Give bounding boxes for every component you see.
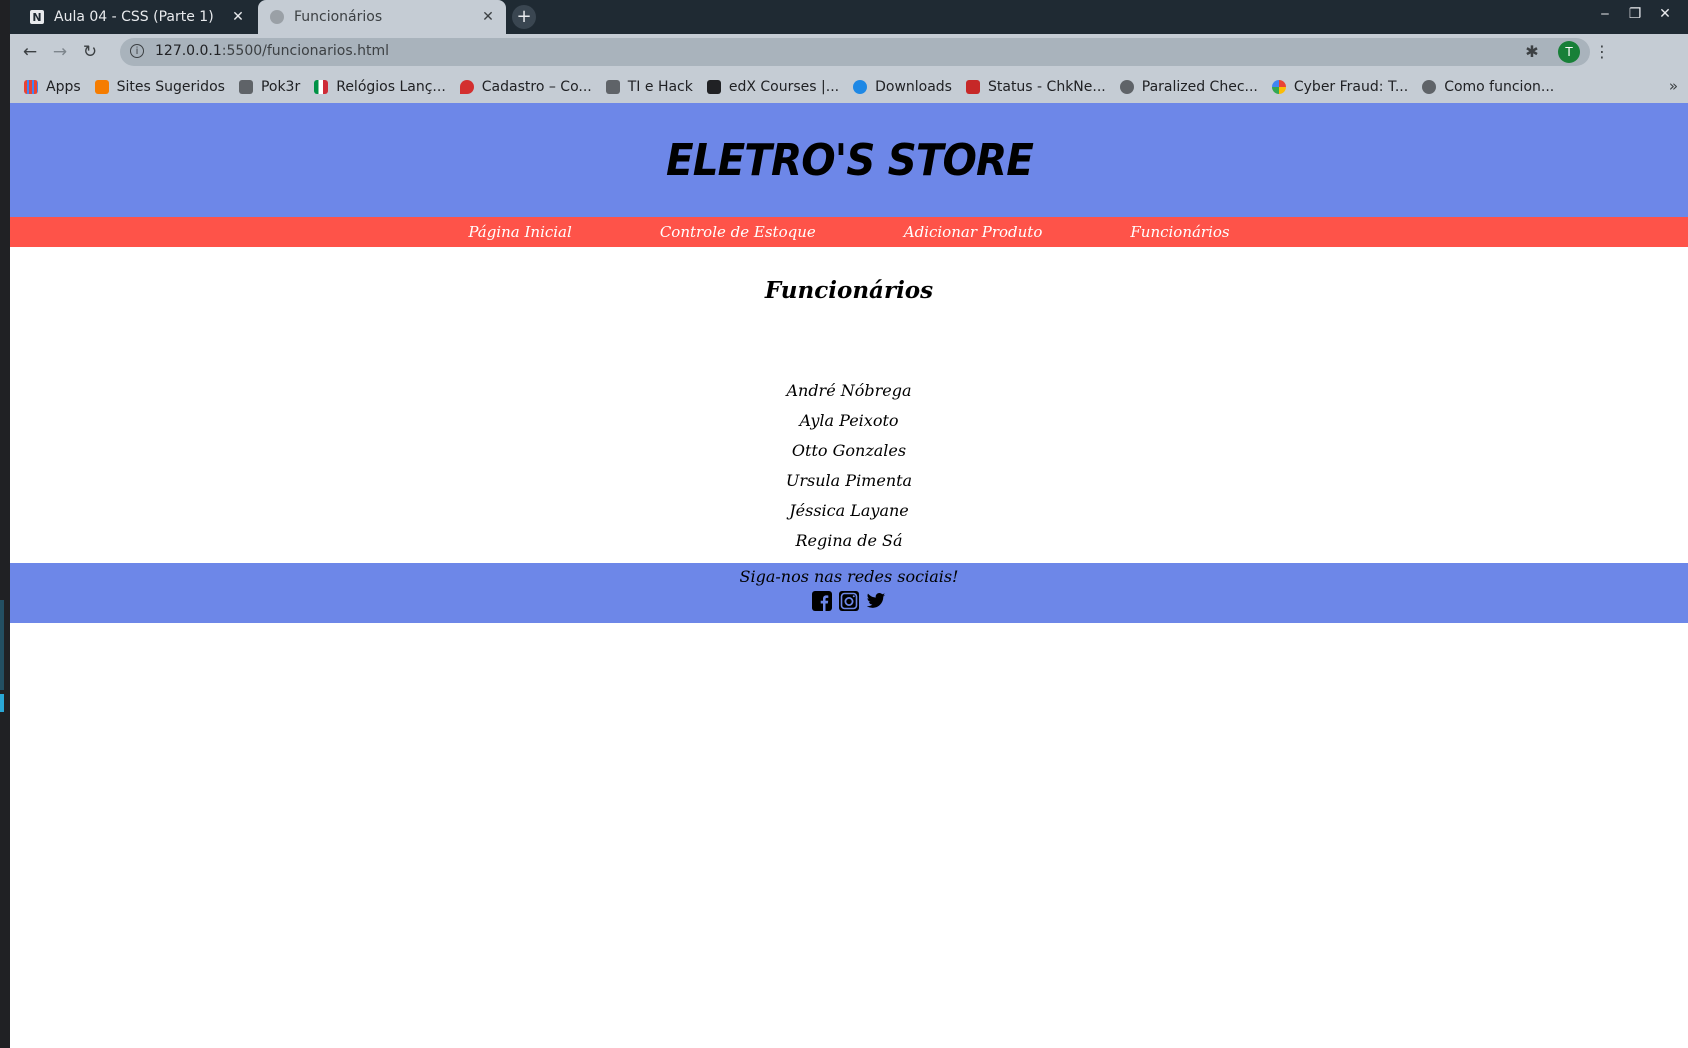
employee-item: Jéssica Layane	[789, 501, 909, 520]
globe-icon	[270, 10, 284, 24]
employee-item: André Nóbrega	[786, 381, 912, 400]
close-window-icon[interactable]: ✕	[1654, 6, 1676, 22]
instagram-icon[interactable]	[839, 590, 860, 611]
twitter-icon[interactable]	[866, 590, 887, 611]
bookmark-sites-sugeridos[interactable]: Sites Sugeridos	[94, 78, 225, 95]
notion-icon: N	[30, 10, 44, 24]
bookmark-edx[interactable]: edX Courses |...	[706, 78, 840, 95]
nav-link-controle-estoque[interactable]: Controle de Estoque	[660, 223, 816, 241]
globe-icon	[1119, 79, 1134, 94]
bookmark-cadastro[interactable]: Cadastro – Co...	[459, 78, 592, 95]
bookmark-label: Paralized Chec...	[1141, 78, 1258, 95]
google-icon	[1271, 79, 1286, 94]
browser-toolbar: ← → ↻ i 127.0.0.1:5500/funcionarios.html…	[10, 34, 1688, 70]
info-icon[interactable]: i	[130, 44, 144, 58]
browser-window: N Aula 04 - CSS (Parte 1) ✕ Funcionários…	[10, 0, 1688, 103]
apps-grid-icon	[24, 79, 38, 94]
drop-icon	[459, 79, 474, 94]
employee-list: André Nóbrega Ayla Peixoto Otto Gonzales…	[10, 376, 1688, 556]
desktop-glow	[0, 694, 4, 712]
site-logo: ELETRO'S STORE	[665, 134, 1033, 186]
desktop-glow	[0, 600, 4, 690]
nav-link-funcionarios[interactable]: Funcionários	[1130, 223, 1229, 241]
bookmark-cyber-fraud[interactable]: Cyber Fraud: T...	[1271, 78, 1409, 95]
flag-icon	[314, 79, 329, 94]
edx-icon	[706, 79, 721, 94]
bookmark-paralized[interactable]: Paralized Chec...	[1119, 78, 1258, 95]
facebook-icon[interactable]	[812, 590, 833, 611]
footer-follow-text: Siga-nos nas redes sociais!	[739, 567, 959, 586]
nav-link-adicionar-produto[interactable]: Adicionar Produto	[904, 223, 1043, 241]
main-content: Funcionários André Nóbrega Ayla Peixoto …	[10, 247, 1688, 563]
url-host: 127.0.0.1	[155, 43, 222, 59]
close-tab-icon[interactable]: ✕	[478, 9, 498, 25]
bookmark-label: edX Courses |...	[728, 78, 840, 95]
bookmark-label: Como funcion...	[1444, 78, 1555, 95]
bookmark-label: Status - ChkNe...	[987, 78, 1106, 95]
bookmark-status[interactable]: Status - ChkNe...	[965, 78, 1106, 95]
sn-icon	[965, 79, 980, 94]
desktop-edge	[0, 0, 10, 1048]
bookmark-label: Cadastro – Co...	[481, 78, 592, 95]
bookmark-label: Relógios Lanç...	[336, 78, 446, 95]
site-header: ELETRO'S STORE	[10, 103, 1688, 217]
social-links	[10, 590, 1688, 611]
url-text: 127.0.0.1:5500/funcionarios.html	[155, 43, 389, 59]
extensions-icon[interactable]: ✱	[1520, 40, 1544, 64]
folder-icon	[238, 79, 253, 94]
tab-funcionarios[interactable]: Funcionários ✕	[258, 0, 506, 34]
menu-kebab-icon[interactable]: ⋮	[1590, 40, 1614, 64]
nav-link-pagina-inicial[interactable]: Página Inicial	[468, 223, 571, 241]
forward-icon[interactable]: →	[48, 40, 72, 64]
bookmarks-bar: Apps Sites Sugeridos Pok3r Relógios Lanç…	[10, 70, 1688, 103]
restore-icon[interactable]: ❐	[1624, 6, 1646, 22]
bookmark-apps[interactable]: Apps	[24, 79, 81, 95]
employee-item: Ayla Peixoto	[799, 411, 899, 430]
close-tab-icon[interactable]: ✕	[228, 9, 248, 25]
employee-item: Regina de Sá	[795, 531, 903, 550]
bookmark-label: Cyber Fraud: T...	[1293, 78, 1409, 95]
minimize-icon[interactable]: ‒	[1594, 6, 1616, 22]
more-bookmarks-icon[interactable]: »	[1669, 77, 1678, 95]
web-page: ELETRO'S STORE Página Inicial Controle d…	[10, 103, 1688, 1048]
bookmark-downloads[interactable]: Downloads	[853, 79, 952, 95]
bookmark-label: Pok3r	[260, 78, 301, 95]
employee-item: Otto Gonzales	[791, 441, 907, 460]
profile-avatar[interactable]: T	[1558, 41, 1580, 63]
folder-icon	[605, 79, 620, 94]
code-icon	[1422, 79, 1437, 94]
tab-aula-04[interactable]: N Aula 04 - CSS (Parte 1) ✕	[18, 0, 256, 34]
address-bar[interactable]: i 127.0.0.1:5500/funcionarios.html ☆	[120, 38, 1590, 66]
new-tab-button[interactable]: +	[512, 5, 536, 29]
bookmark-label: Downloads	[875, 78, 952, 95]
site-nav: Página Inicial Controle de Estoque Adici…	[10, 217, 1688, 247]
tab-title: Funcionários	[294, 9, 383, 25]
bookmark-relogios[interactable]: Relógios Lanç...	[314, 79, 446, 95]
employee-item: Ursula Pimenta	[785, 471, 913, 490]
site-footer: Siga-nos nas redes sociais!	[10, 563, 1688, 623]
bookmark-ti-e-hack[interactable]: TI e Hack	[605, 78, 693, 95]
url-path: :5500/funcionarios.html	[221, 43, 389, 59]
page-title: Funcionários	[764, 277, 934, 304]
bookmark-label: Apps	[46, 78, 81, 95]
person-icon	[853, 79, 868, 94]
bookmark-label: Sites Sugeridos	[116, 78, 225, 95]
bulb-icon	[94, 79, 109, 94]
bookmark-pok3r[interactable]: Pok3r	[238, 78, 301, 95]
bookmark-como-funcion[interactable]: Como funcion...	[1422, 79, 1554, 95]
reload-icon[interactable]: ↻	[78, 40, 102, 64]
back-icon[interactable]: ←	[18, 40, 42, 64]
tab-strip: N Aula 04 - CSS (Parte 1) ✕ Funcionários…	[10, 0, 1688, 34]
bookmark-label: TI e Hack	[627, 78, 693, 95]
tab-title: Aula 04 - CSS (Parte 1)	[54, 9, 214, 25]
